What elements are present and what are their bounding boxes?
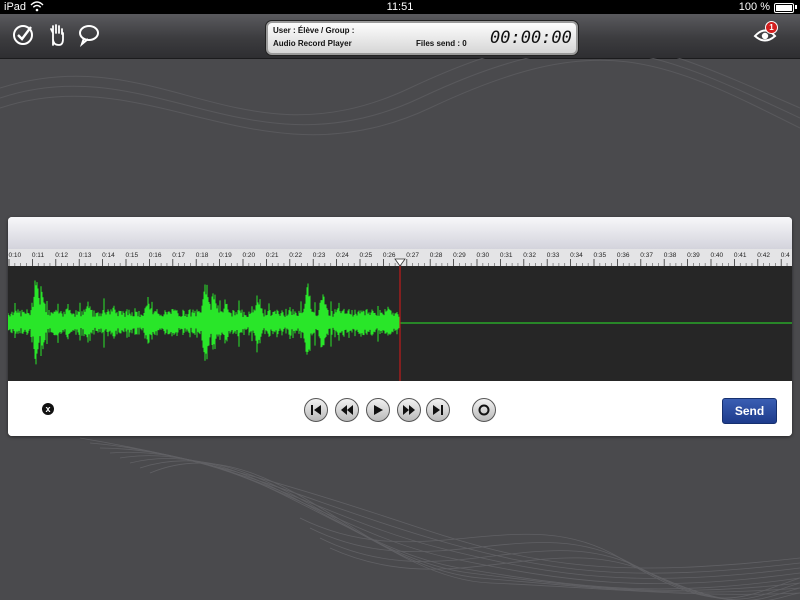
fast-forward-button[interactable] bbox=[397, 398, 421, 422]
timeline-ruler[interactable]: 0:10 0:11 0:12 0:13 0:14 0:15 0:16 0:17 0:18 0:19… bbox=[8, 249, 792, 267]
record-button[interactable] bbox=[472, 398, 496, 422]
ruler-ticks: 0:10 0:11 0:12 0:13 0:14 0:15 0:16 0:17 0:18 0:19… bbox=[9, 252, 790, 266]
toolbar: User : Élève / Group : Audio Record Play… bbox=[0, 14, 800, 59]
ruler-label: 0:24 bbox=[336, 252, 349, 259]
fast-forward-icon bbox=[403, 405, 415, 415]
ruler-label: 0:42 bbox=[757, 252, 770, 259]
record-icon bbox=[478, 404, 490, 416]
battery-percentage: 100 % bbox=[738, 1, 770, 13]
check-icon[interactable] bbox=[10, 22, 36, 48]
ruler-label: 0:27 bbox=[406, 252, 419, 259]
waveform-area[interactable] bbox=[8, 266, 792, 381]
ruler-label: 0:26 bbox=[383, 252, 396, 259]
ruler-label: 0:41 bbox=[734, 252, 747, 259]
ruler-label: 0:35 bbox=[594, 252, 607, 259]
ruler-label: 0:17 bbox=[172, 252, 185, 259]
ruler-label: 0:29 bbox=[453, 252, 466, 259]
ruler-label: 0:33 bbox=[547, 252, 560, 259]
notification-badge: 1 bbox=[765, 21, 778, 34]
ruler-label: 0:22 bbox=[289, 252, 302, 259]
user-group-label: User : Élève / Group : bbox=[273, 26, 355, 35]
ruler-label: 0:11 bbox=[32, 252, 45, 259]
ruler-label: 0:37 bbox=[640, 252, 653, 259]
ruler-label: 0:21 bbox=[266, 252, 279, 259]
close-button[interactable]: x bbox=[42, 403, 54, 415]
eye-icon[interactable]: 1 bbox=[752, 21, 778, 48]
skip-to-start-button[interactable] bbox=[304, 398, 328, 422]
session-timer: 00:00:00 bbox=[490, 28, 572, 48]
ruler-label: 0:34 bbox=[570, 252, 583, 259]
skip-to-end-button[interactable] bbox=[426, 398, 450, 422]
status-clock: 11:51 bbox=[386, 1, 414, 13]
ruler-label: 0:25 bbox=[360, 252, 373, 259]
battery-icon bbox=[774, 3, 794, 13]
ruler-label: 0:36 bbox=[617, 252, 630, 259]
ruler-label: 0:20 bbox=[243, 252, 256, 259]
play-icon bbox=[374, 405, 383, 415]
ruler-label: 0:30 bbox=[477, 252, 490, 259]
play-button[interactable] bbox=[366, 398, 390, 422]
transport-controls: x Send bbox=[8, 381, 792, 436]
status-bar: iPad 11:51 100 % bbox=[0, 0, 800, 14]
ruler-label: 0:13 bbox=[79, 252, 92, 259]
hand-icon[interactable] bbox=[44, 22, 70, 48]
ruler-label: 0:23 bbox=[313, 252, 326, 259]
ruler-label: 0:38 bbox=[664, 252, 677, 259]
waveform-signal bbox=[8, 280, 400, 365]
speech-bubble-icon[interactable] bbox=[76, 22, 102, 48]
ruler-label: 0:4 bbox=[781, 252, 790, 259]
rewind-icon bbox=[341, 405, 353, 415]
ruler-label: 0:18 bbox=[196, 252, 209, 259]
ruler-label: 0:10 bbox=[9, 252, 22, 259]
ruler-label: 0:15 bbox=[126, 252, 139, 259]
ruler-label: 0:12 bbox=[55, 252, 68, 259]
ruler-label: 0:39 bbox=[687, 252, 700, 259]
ruler-label: 0:32 bbox=[523, 252, 536, 259]
audio-editor-panel: 0:10 0:11 0:12 0:13 0:14 0:15 0:16 0:17 0:18 0:19… bbox=[8, 217, 792, 436]
app-name-label: Audio Record Player bbox=[273, 39, 352, 48]
send-button[interactable]: Send bbox=[722, 398, 777, 424]
ruler-label: 0:31 bbox=[500, 252, 513, 259]
ruler-label: 0:28 bbox=[430, 252, 443, 259]
session-info-panel: User : Élève / Group : Audio Record Play… bbox=[266, 21, 578, 55]
skip-to-end-icon bbox=[433, 405, 443, 415]
files-sent-label: Files send : 0 bbox=[416, 39, 467, 48]
playhead-marker[interactable] bbox=[394, 258, 406, 266]
ruler-label: 0:19 bbox=[219, 252, 232, 259]
ruler-label: 0:14 bbox=[102, 252, 115, 259]
skip-to-start-icon bbox=[311, 405, 321, 415]
rewind-button[interactable] bbox=[335, 398, 359, 422]
editor-header bbox=[8, 217, 792, 249]
ruler-label: 0:40 bbox=[711, 252, 724, 259]
ruler-label: 0:16 bbox=[149, 252, 162, 259]
waveform bbox=[8, 266, 792, 381]
